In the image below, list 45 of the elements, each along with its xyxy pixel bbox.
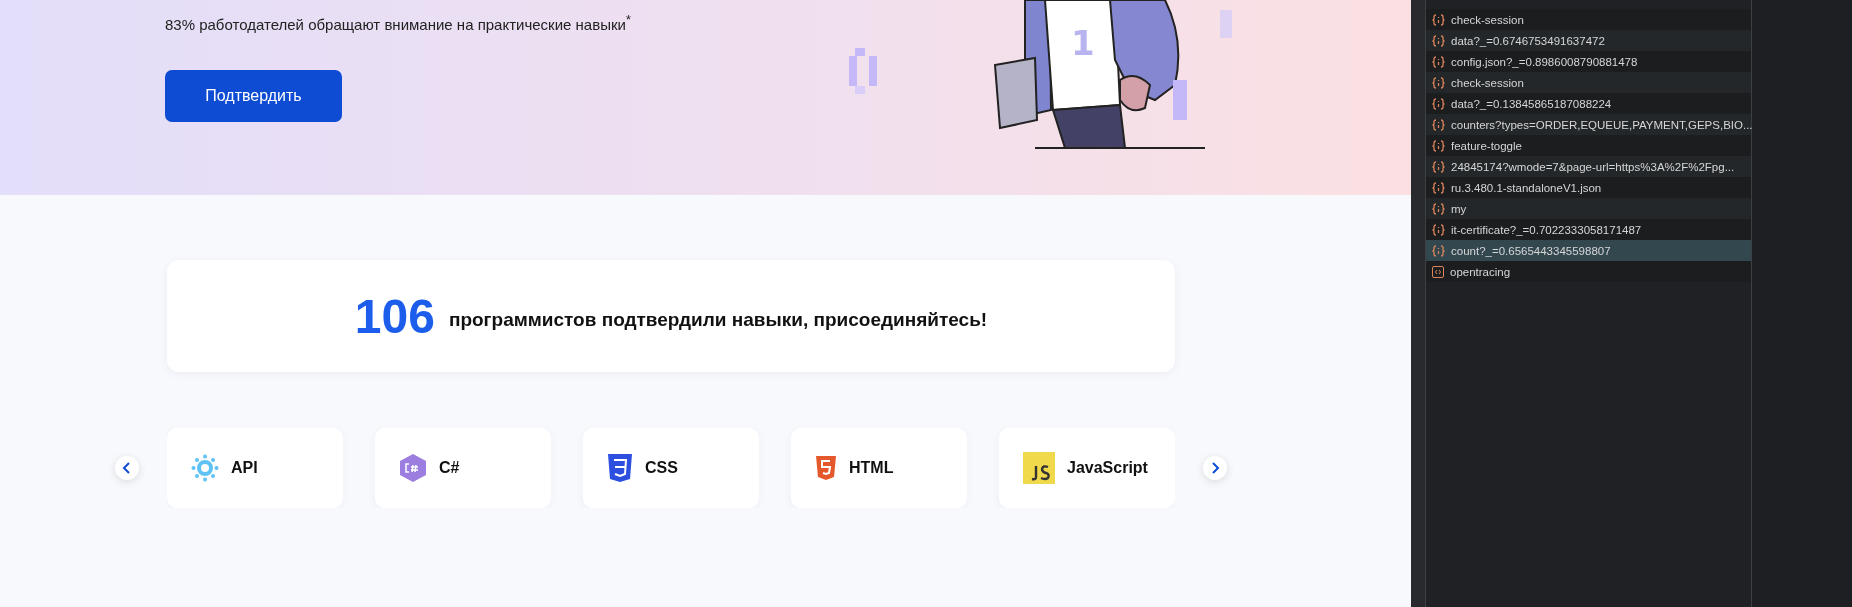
next-button[interactable] [1203,456,1227,480]
skill-card[interactable]: API [167,428,343,508]
shield-icon [607,453,633,483]
skill-card[interactable]: JavaScript [999,428,1175,508]
hexagon-icon [399,453,427,483]
chevron-left-icon [122,462,132,474]
chevron-right-icon [1210,462,1220,474]
request-row[interactable]: my [1426,198,1751,219]
braces-icon [1432,244,1445,257]
braces-icon [1432,97,1445,110]
braces-icon [1432,223,1445,236]
request-row[interactable]: check-session [1426,9,1751,30]
skill-card[interactable]: C# [375,428,551,508]
braces-icon [1432,55,1445,68]
braces-icon [1432,34,1445,47]
skill-card[interactable]: CSS [583,428,759,508]
request-row[interactable]: config.json?_=0.8986008790881478 [1426,51,1751,72]
braces-icon [1432,202,1445,215]
request-row[interactable]: it-certificate?_=0.7022333058171487 [1426,219,1751,240]
request-row[interactable]: feature-toggle [1426,135,1751,156]
programmer-count: 106 [354,288,435,344]
request-row[interactable]: count?_=0.6565443345598807 [1426,240,1751,261]
shield-icon [815,455,837,481]
braces-icon [1432,118,1445,131]
shirt-number: 1 [1071,23,1095,63]
braces-icon [1432,13,1445,26]
request-row[interactable]: ru.3.480.1-standaloneV1.json [1426,177,1751,198]
braces-icon [1432,76,1445,89]
request-row[interactable]: check-session [1426,72,1751,93]
square-icon [1023,452,1055,484]
sun-icon [191,454,219,482]
document-icon [1432,265,1444,278]
previous-button[interactable] [115,456,139,480]
braces-icon [1432,139,1445,152]
confirm-button[interactable]: Подтвердить [165,70,342,122]
request-row[interactable]: 24845174?wmode=7&page-url=https%3A%2F%2Fpg... [1426,156,1751,177]
request-row[interactable]: data?_=0.6746753491637472 [1426,30,1751,51]
skill-card[interactable]: HTML [791,428,967,508]
request-row[interactable]: counters?types=ORDER,EQUEUE,PAYMENT,GEPS,BIO... [1426,114,1751,135]
hero-subtitle: 83% работодателей обращают внимание на практические навыки$^{*}$ [165,13,632,33]
request-row[interactable]: data?_=0.13845865187088224 [1426,93,1751,114]
braces-icon [1432,181,1445,194]
stats-text: программистов подтвердили навыки, присоединяйтесь! [448,309,988,331]
request-row[interactable]: opentracing [1426,261,1751,282]
braces-icon [1432,160,1445,173]
